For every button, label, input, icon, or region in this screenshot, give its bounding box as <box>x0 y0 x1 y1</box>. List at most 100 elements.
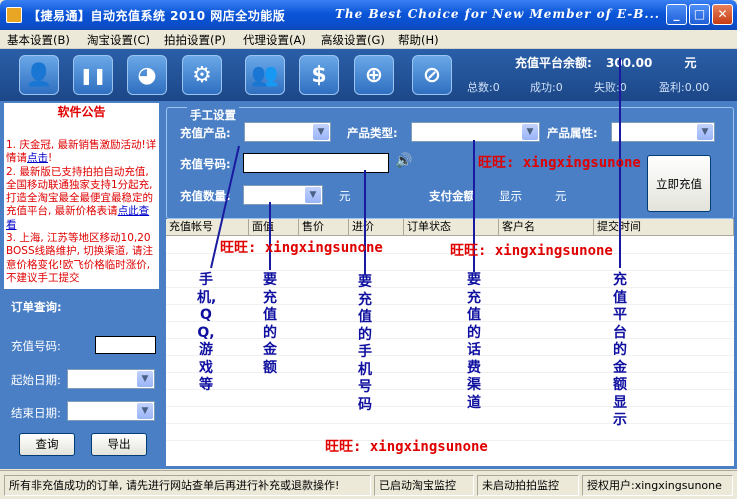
table-row <box>166 372 734 373</box>
recharge-now-button[interactable]: 立即充值 <box>647 155 711 212</box>
query-phone-label: 充值号码: <box>11 339 61 353</box>
group-title: 手工设置 <box>187 107 239 123</box>
table-header: 充值帐号 面值 售价 进价 订单状态 客户名 提交时间 <box>166 219 734 236</box>
balance-value: 300.00 <box>606 56 653 70</box>
status-bar: 所有非充值成功的订单, 请先进行网站查单后再进行补充或退款操作! 已启动淘宝监控… <box>0 470 737 499</box>
annotation-wangwang-1: 旺旺: xingxingsunone <box>478 155 641 171</box>
type-select[interactable]: ▼ <box>411 122 540 142</box>
table-row <box>166 389 734 390</box>
product-select[interactable]: ▼ <box>244 122 331 142</box>
speaker-icon[interactable]: 🔊 <box>395 153 412 169</box>
qty-select[interactable]: ▼ <box>243 185 323 205</box>
query-phone-input[interactable] <box>95 336 156 354</box>
query-title: 订单查询: <box>11 300 62 314</box>
chevron-down-icon[interactable]: ▼ <box>313 124 329 140</box>
pay-show: 显示 <box>499 189 522 203</box>
phone-input[interactable] <box>243 153 389 173</box>
table-row <box>166 423 734 424</box>
query-start-date[interactable]: ▼ <box>67 369 155 389</box>
menu-advanced-settings[interactable]: 高级设置(G) <box>321 32 385 48</box>
table-row <box>166 355 734 356</box>
col-account[interactable]: 充值帐号 <box>166 219 249 236</box>
type-label: 产品类型: <box>347 126 398 140</box>
annotation-phone-number: 要充值的手机号码 <box>358 274 372 413</box>
status-paipai-monitor: 未启动拍拍监控 <box>477 475 579 496</box>
manual-settings-group: 手工设置 充值产品: ▼ 产品类型: ▼ 产品属性: ▼ 充值号码: 🔊 充值数… <box>166 107 734 219</box>
notice-title: 软件公告 <box>57 105 106 119</box>
annotation-wangwang-2: 旺旺: xingxingsunone <box>220 240 383 256</box>
zoom-icon[interactable]: ⊕ <box>354 55 394 95</box>
chevron-down-icon[interactable]: ▼ <box>305 187 321 203</box>
dollar-icon[interactable]: $ <box>299 55 339 95</box>
chevron-down-icon[interactable]: ▼ <box>137 371 153 387</box>
status-authorized-user: 授权用户:xingxingsunone <box>582 475 733 496</box>
chevron-down-icon[interactable]: ▼ <box>522 124 538 140</box>
status-taobao-monitor: 已启动淘宝监控 <box>374 475 474 496</box>
stat-success: 成功:0 <box>530 81 563 94</box>
annotation-wangwang-4: 旺旺: xingxingsunone <box>325 439 488 455</box>
balance-display: 充值平台余额: 300.00 元 <box>515 54 697 71</box>
query-export-button[interactable]: 导出 <box>91 433 147 456</box>
user-icon[interactable]: 👤 <box>19 55 59 95</box>
toolbar: 👤 ❚❚ ◕ ⚙ 👥 $ ⊕ ⊘ 充值平台余额: 300.00 元 总数:0 成… <box>0 49 737 101</box>
recharge-now-label: 立即充值 <box>656 176 702 191</box>
query-end-date[interactable]: ▼ <box>67 401 155 421</box>
pay-label: 支付金额 <box>429 189 475 203</box>
table-row <box>166 338 734 339</box>
col-face-value[interactable]: 面值 <box>249 219 299 236</box>
window-title: 【捷易通】自动充值系统 2010 网店全功能版 <box>28 9 286 23</box>
stat-failed: 失败:0 <box>594 81 627 94</box>
menu-proxy-settings[interactable]: 代理设置(A) <box>243 32 306 48</box>
notice-body: 1. 庆金冠, 最新销售激励活动!详情请点击! 2. 最新版已支持拍拍自动充值,… <box>6 139 158 285</box>
chevron-down-icon[interactable]: ▼ <box>137 403 153 419</box>
stat-profit: 盈利:0.00 <box>659 81 710 94</box>
menu-basic-settings[interactable]: 基本设置(B) <box>7 32 70 48</box>
table-row <box>166 270 734 271</box>
query-start-label: 起始日期: <box>11 373 61 387</box>
qty-label: 充值数量: <box>180 189 231 203</box>
qq-icon[interactable]: ◕ <box>127 55 167 95</box>
menu-help[interactable]: 帮助(H) <box>398 32 439 48</box>
maximize-button[interactable]: □ <box>689 4 710 25</box>
pay-unit: 元 <box>555 189 567 203</box>
menu-taobao-settings[interactable]: 淘宝设置(C) <box>87 32 150 48</box>
attr-select[interactable]: ▼ <box>611 122 715 142</box>
qty-unit: 元 <box>339 189 351 203</box>
phone-label: 充值号码: <box>180 157 231 171</box>
main-panel: 手工设置 充值产品: ▼ 产品类型: ▼ 产品属性: ▼ 充值号码: 🔊 充值数… <box>163 101 737 469</box>
minimize-button[interactable]: _ <box>666 4 687 25</box>
product-label: 充值产品: <box>180 126 231 140</box>
col-customer[interactable]: 客户名 <box>499 219 594 236</box>
col-price[interactable]: 售价 <box>299 219 349 236</box>
table-row <box>166 321 734 322</box>
app-icon <box>6 7 22 23</box>
close-button[interactable]: ✕ <box>712 4 733 25</box>
table-row <box>166 406 734 407</box>
col-status[interactable]: 订单状态 <box>404 219 499 236</box>
annotation-channel: 要充值的话费渠道 <box>467 272 481 411</box>
status-message: 所有非充值成功的订单, 请先进行网站查单后再进行补充或退款操作! <box>4 475 371 496</box>
table-row <box>166 287 734 288</box>
annotation-amount: 要充值的金额 <box>263 272 277 376</box>
title-bar: 【捷易通】自动充值系统 2010 网店全功能版 The Best Choice … <box>0 0 737 30</box>
notice-panel: 软件公告 1. 庆金冠, 最新销售激励活动!详情请点击! 2. 最新版已支持拍拍… <box>4 103 159 289</box>
annotation-balance-display: 充值平台的金额显示 <box>613 272 627 428</box>
settings-icon[interactable]: ⚙ <box>182 55 222 95</box>
stat-total: 总数:0 <box>467 81 500 94</box>
annotation-wangwang-3: 旺旺: xingxingsunone <box>450 243 613 259</box>
users-icon[interactable]: 👥 <box>245 55 285 95</box>
notice-link-click[interactable]: 点击 <box>27 152 48 164</box>
balance-unit: 元 <box>684 56 697 70</box>
chevron-down-icon[interactable]: ▼ <box>697 124 713 140</box>
menu-paipai-settings[interactable]: 拍拍设置(P) <box>164 32 226 48</box>
table-row <box>166 304 734 305</box>
col-submit-time[interactable]: 提交时间 <box>594 219 734 236</box>
window-tagline: The Best Choice for New Member of E-B... <box>335 7 660 21</box>
annotation-product-types: 手机,QQ,游戏等 <box>197 272 217 393</box>
sidebar: 软件公告 1. 庆金冠, 最新销售激励活动!详情请点击! 2. 最新版已支持拍拍… <box>0 101 163 469</box>
col-cost[interactable]: 进价 <box>349 219 404 236</box>
stop-icon[interactable]: ⊘ <box>412 55 452 95</box>
query-search-button[interactable]: 查询 <box>19 433 75 456</box>
pause-icon[interactable]: ❚❚ <box>73 55 113 95</box>
attr-label: 产品属性: <box>547 126 598 140</box>
